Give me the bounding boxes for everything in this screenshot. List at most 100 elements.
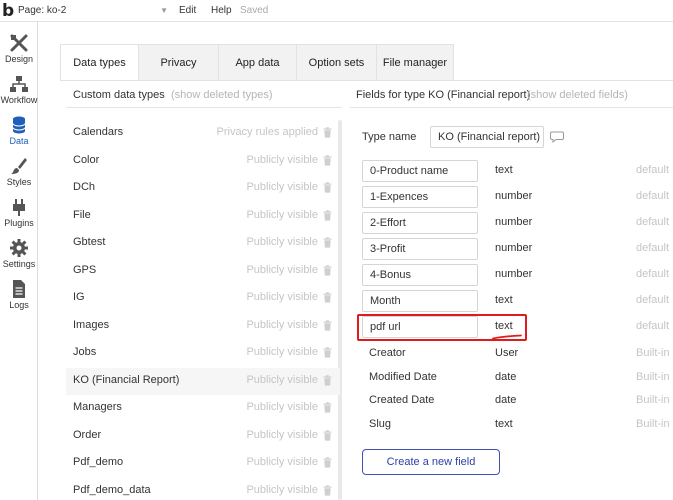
tab-app-data[interactable]: App data bbox=[218, 44, 297, 81]
plugins-icon bbox=[13, 199, 25, 216]
trash-icon[interactable] bbox=[323, 182, 332, 193]
tab-divider bbox=[60, 80, 673, 81]
trash-icon[interactable] bbox=[323, 319, 332, 331]
type-row[interactable]: Jobs Publicly visible bbox=[66, 340, 340, 367]
type-name: IG bbox=[73, 291, 85, 303]
tab-option-sets[interactable]: Option sets bbox=[296, 44, 377, 81]
type-name: Pdf_demo bbox=[73, 456, 124, 468]
builtin-field-note: Built-in f bbox=[636, 370, 673, 383]
field-type-label[interactable]: number bbox=[495, 242, 532, 254]
field-type-label[interactable]: number bbox=[495, 216, 532, 228]
tab-privacy[interactable]: Privacy bbox=[138, 44, 219, 81]
sidebar-item-label: Workflow bbox=[0, 95, 38, 105]
field-name-input[interactable]: 2-Effort bbox=[362, 212, 478, 234]
builtin-field-note: Built-in f bbox=[636, 417, 673, 430]
type-row[interactable]: IG Publicly visible bbox=[66, 285, 340, 312]
tab-file-manager[interactable]: File manager bbox=[376, 44, 454, 81]
sidebar-item-styles[interactable]: Styles bbox=[0, 151, 38, 191]
type-row[interactable]: Calendars Privacy rules applied bbox=[66, 120, 340, 147]
builtin-field-type: date bbox=[495, 394, 517, 406]
type-name: GPS bbox=[73, 263, 97, 276]
create-field-button[interactable]: Create a new field bbox=[362, 449, 500, 475]
type-name: Pdf_demo_data bbox=[73, 483, 151, 496]
sidebar-item-data[interactable]: Data bbox=[0, 110, 38, 150]
type-row[interactable]: Pdf_demo_data Publicly visible bbox=[66, 478, 340, 500]
field-name-input[interactable]: Month bbox=[362, 290, 478, 312]
field-type-label[interactable]: number bbox=[495, 268, 532, 280]
builtin-field-name: Slug bbox=[369, 417, 392, 430]
type-name-label: Type name bbox=[362, 131, 417, 143]
trash-icon[interactable] bbox=[323, 374, 332, 386]
field-default-label[interactable]: default bbox=[636, 164, 669, 176]
type-row[interactable]: Pdf_demo Publicly visible bbox=[66, 450, 340, 477]
builtin-field-type: text bbox=[495, 417, 513, 430]
trash-icon[interactable] bbox=[323, 292, 332, 303]
edit-menu[interactable]: Edit bbox=[179, 3, 196, 19]
field-type-label[interactable]: text bbox=[495, 164, 513, 176]
type-row[interactable]: Managers Publicly visible bbox=[66, 395, 340, 422]
trash-icon[interactable] bbox=[323, 209, 332, 221]
type-row[interactable]: KO (Financial Report) Publicly visible bbox=[66, 367, 340, 395]
builtin-field-name: Created Date bbox=[369, 394, 435, 406]
type-row[interactable]: Gbtest Publicly visible bbox=[66, 230, 340, 257]
type-name: Managers bbox=[73, 401, 122, 413]
sidebar-item-label: Logs bbox=[9, 300, 29, 310]
sidebar-item-workflow[interactable]: Workflow bbox=[0, 69, 38, 109]
trash-icon[interactable] bbox=[323, 154, 332, 166]
trash-icon[interactable] bbox=[323, 264, 332, 276]
trash-icon[interactable] bbox=[323, 402, 332, 413]
trash-icon[interactable] bbox=[323, 347, 332, 358]
field-default-label[interactable]: default bbox=[636, 242, 669, 254]
type-privacy-status: Publicly visible bbox=[246, 181, 318, 193]
type-name-input[interactable]: KO (Financial report) bbox=[430, 126, 544, 148]
show-deleted-fields-link[interactable]: (show deleted fields) bbox=[527, 88, 628, 102]
sidebar-item-settings[interactable]: Settings bbox=[0, 233, 38, 273]
field-type-label[interactable]: number bbox=[495, 190, 532, 202]
type-privacy-status: Publicly visible bbox=[246, 291, 318, 303]
field-default-label[interactable]: default bbox=[636, 216, 669, 228]
types-divider bbox=[66, 107, 342, 108]
trash-icon[interactable] bbox=[323, 457, 332, 468]
trash-icon[interactable] bbox=[323, 484, 332, 496]
sidebar-item-design[interactable]: Design bbox=[0, 28, 38, 68]
trash-icon[interactable] bbox=[323, 127, 332, 138]
show-deleted-types-link[interactable]: (show deleted types) bbox=[171, 88, 273, 102]
page-selector[interactable]: Page: ko-2 ▼ bbox=[18, 3, 168, 19]
field-name-input[interactable]: 0-Product name bbox=[362, 160, 478, 182]
builtin-field-name: Creator bbox=[369, 347, 406, 359]
top-bar: b Page: ko-2 ▼ Edit Help Saved bbox=[0, 0, 673, 22]
field-name-input[interactable]: 4-Bonus bbox=[362, 264, 478, 286]
type-row[interactable]: GPS Publicly visible bbox=[66, 258, 340, 285]
builtin-field-name: Modified Date bbox=[369, 370, 437, 383]
data-icon bbox=[12, 116, 26, 134]
type-row[interactable]: Order Publicly visible bbox=[66, 423, 340, 450]
tab-data-types[interactable]: Data types bbox=[60, 44, 139, 81]
sidebar-item-plugins[interactable]: Plugins bbox=[0, 192, 38, 232]
comment-icon[interactable] bbox=[550, 131, 564, 143]
type-name: Color bbox=[73, 153, 100, 166]
builtin-field-note: Built-in f bbox=[636, 347, 673, 359]
field-name-input[interactable]: 1-Expences bbox=[362, 186, 478, 208]
underline-annotation bbox=[492, 334, 522, 340]
field-type-label[interactable]: text bbox=[495, 294, 513, 306]
type-row[interactable]: DCh Publicly visible bbox=[66, 175, 340, 202]
sidebar-item-label: Design bbox=[4, 54, 33, 64]
type-row[interactable]: File Publicly visible bbox=[66, 203, 340, 230]
field-default-label[interactable]: default bbox=[636, 294, 669, 306]
field-name-input[interactable]: 3-Profit bbox=[362, 238, 478, 260]
field-default-label[interactable]: default bbox=[636, 320, 669, 332]
trash-icon[interactable] bbox=[323, 237, 332, 248]
type-privacy-status: Publicly visible bbox=[246, 318, 318, 331]
type-name: Jobs bbox=[73, 346, 97, 358]
trash-icon[interactable] bbox=[323, 429, 332, 441]
sidebar-item-logs[interactable]: Logs bbox=[0, 274, 38, 314]
sidebar-item-label: Styles bbox=[6, 177, 32, 187]
help-menu[interactable]: Help bbox=[211, 3, 232, 19]
field-default-label[interactable]: default bbox=[636, 268, 669, 280]
field-default-label[interactable]: default bbox=[636, 190, 669, 202]
type-row[interactable]: Color Publicly visible bbox=[66, 148, 340, 175]
design-icon bbox=[10, 34, 28, 52]
type-name: Gbtest bbox=[73, 236, 106, 248]
builtin-field-type: User bbox=[495, 347, 519, 359]
type-row[interactable]: Images Publicly visible bbox=[66, 313, 340, 340]
